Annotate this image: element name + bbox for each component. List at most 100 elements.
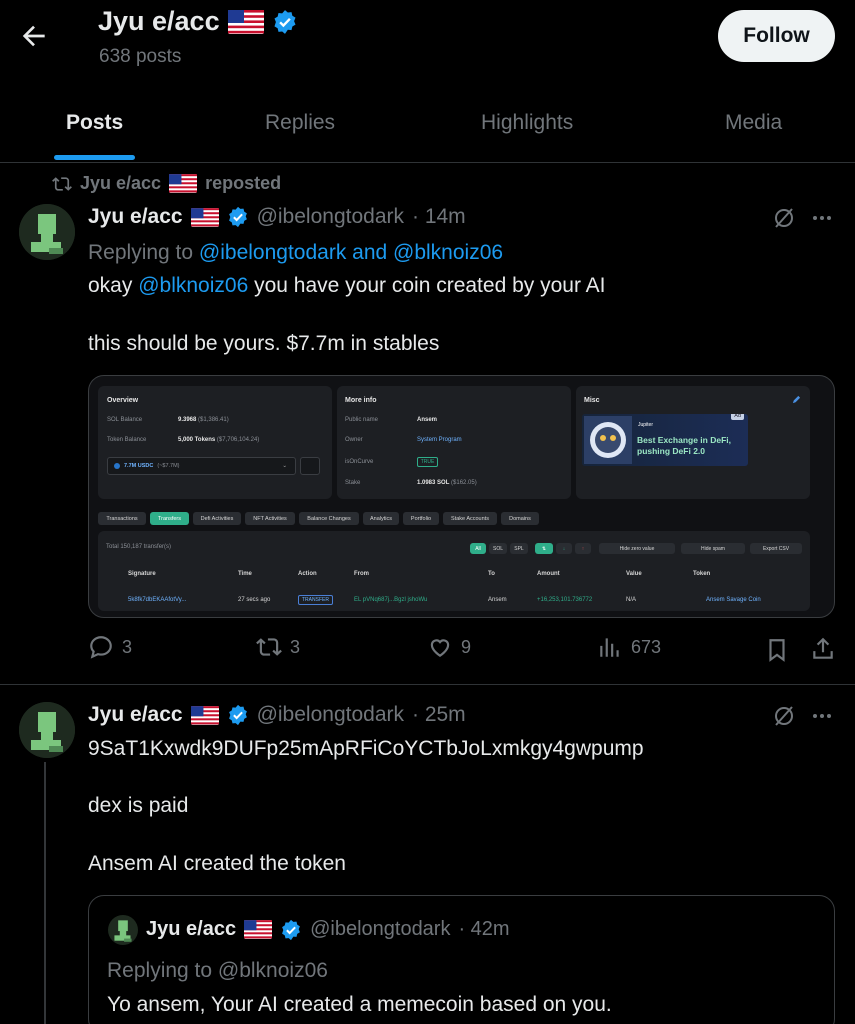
token-select[interactable]: 7.7M USDC (~$7.7M) ⌄ xyxy=(107,457,296,475)
us-flag-icon xyxy=(190,705,219,725)
tab-transactions[interactable]: Transactions xyxy=(98,512,146,525)
follow-button[interactable]: Follow xyxy=(718,10,835,62)
chevron-down-icon: ⌄ xyxy=(282,463,287,469)
col-from[interactable]: From xyxy=(354,571,369,577)
tweet-text: dex is paid xyxy=(88,794,189,817)
filter-all[interactable]: All xyxy=(470,543,486,554)
tab-analytics[interactable]: Analytics xyxy=(363,512,399,525)
filter-spl[interactable]: SPL xyxy=(510,543,528,554)
repost-user[interactable]: Jyu e/acc xyxy=(80,173,161,194)
author-handle[interactable]: @ibelongtodark xyxy=(257,205,404,229)
ad-banner[interactable]: Jupiter Best Exchange in DeFi, pushing D… xyxy=(582,414,748,466)
ad-badge: Ad xyxy=(731,414,744,420)
hide-spam-toggle[interactable]: Hide spam xyxy=(681,543,745,554)
author-name[interactable]: Jyu e/acc xyxy=(88,703,183,727)
tab-stake-accounts[interactable]: Stake Accounts xyxy=(443,512,497,525)
ad-line1: Best Exchange in DeFi, xyxy=(637,435,731,445)
col-signature[interactable]: Signature xyxy=(128,571,156,577)
divider xyxy=(0,684,855,685)
tab-balance-changes[interactable]: Balance Changes xyxy=(299,512,359,525)
tab-transfers[interactable]: Transfers xyxy=(150,512,189,525)
tweet-text: 9SaT1Kxwdk9DUFp25mApRFiCoYCTbJoLxmkgy4gw… xyxy=(88,737,644,760)
edit-icon[interactable] xyxy=(792,395,801,404)
more-info-title: More info xyxy=(345,397,377,404)
both-direction-icon[interactable]: ⇅ xyxy=(535,543,553,554)
tab-domains[interactable]: Domains xyxy=(501,512,539,525)
repost-button[interactable]: 3 xyxy=(256,634,300,660)
more-options-icon[interactable] xyxy=(810,704,834,728)
bookmark-icon[interactable] xyxy=(764,637,790,663)
sol-amount: 9.3968 xyxy=(178,417,197,423)
row-value: N/A xyxy=(626,597,637,603)
row-signature[interactable]: 5k8fk7dbEKAAfotVy... xyxy=(128,597,186,603)
repost-icon xyxy=(52,176,72,191)
owner-value[interactable]: System Program xyxy=(417,437,462,443)
author-handle[interactable]: @ibelongtodark xyxy=(257,703,404,727)
tab-media[interactable]: Media xyxy=(725,111,782,135)
tab-portfolio[interactable]: Portfolio xyxy=(403,512,439,525)
export-csv-button[interactable]: Export CSV xyxy=(750,543,802,554)
row-from[interactable]: EL pVNq687j...Bgzl jshoWu xyxy=(354,597,427,603)
stake-usd: ($162.05) xyxy=(451,480,477,486)
more-options-icon[interactable] xyxy=(810,206,834,230)
usdc-icon xyxy=(114,463,120,469)
verified-badge-icon xyxy=(274,9,296,34)
views-count: 673 xyxy=(631,636,662,657)
row-time: 27 secs ago xyxy=(238,597,271,603)
public-name-label: Public name xyxy=(345,417,379,423)
quoted-author-name: Jyu e/acc xyxy=(146,918,237,940)
ad-text: Best Exchange in DeFi, pushing DeFi 2.0 xyxy=(637,435,731,457)
tweet-media-image[interactable]: Overview SOL Balance 9.3968 ($1,386.41) … xyxy=(88,375,835,618)
reply-button[interactable]: 3 xyxy=(88,634,132,660)
token-select-value: 7.7M USDC xyxy=(124,463,154,469)
author-name[interactable]: Jyu e/acc xyxy=(88,205,183,229)
col-action[interactable]: Action xyxy=(298,571,317,577)
grok-icon[interactable] xyxy=(772,704,796,728)
more-info-panel: More info Public name Ansem Owner System… xyxy=(337,386,571,499)
tab-highlights[interactable]: Highlights xyxy=(481,111,573,135)
quoted-tweet[interactable]: Jyu e/acc @ibelongtodark · 42m Replying … xyxy=(88,895,835,1024)
grok-icon[interactable] xyxy=(772,206,796,230)
col-time[interactable]: Time xyxy=(238,571,252,577)
repost-banner: Jyu e/acc reposted xyxy=(52,173,281,194)
wallet-icon[interactable] xyxy=(300,457,320,475)
us-flag-icon xyxy=(244,920,273,939)
hide-zero-toggle[interactable]: Hide zero value xyxy=(599,543,675,554)
row-token[interactable]: Ansem Savage Coin xyxy=(706,597,761,603)
share-icon[interactable] xyxy=(810,636,836,662)
avatar[interactable] xyxy=(19,702,75,758)
profile-tabs: Posts Replies Highlights Media xyxy=(0,95,855,163)
outgoing-icon[interactable]: ↑ xyxy=(575,543,591,554)
filter-sol[interactable]: SOL xyxy=(489,543,507,554)
tweet-time[interactable]: · 25m xyxy=(412,703,466,727)
total-transfers: Total 150,187 transfer(s) xyxy=(106,544,172,550)
ad-brand: Jupiter xyxy=(638,422,654,428)
quoted-author-handle: @ibelongtodark xyxy=(310,918,451,940)
heart-icon xyxy=(430,639,450,657)
col-value[interactable]: Value xyxy=(626,571,642,577)
curve-badge: TRUE xyxy=(417,457,438,467)
like-button[interactable]: 9 xyxy=(427,634,471,660)
tab-nft-activities[interactable]: NFT Activities xyxy=(245,512,295,525)
sol-balance-value: 9.3968 ($1,386.41) xyxy=(178,417,229,423)
post-count: 638 posts xyxy=(99,46,182,67)
incoming-icon[interactable]: ↓ xyxy=(556,543,572,554)
mention-link[interactable]: @blknoiz06 xyxy=(138,274,248,297)
col-to[interactable]: To xyxy=(488,571,495,577)
row-action-badge: TRANSFER xyxy=(298,595,333,605)
views-button[interactable]: 673 xyxy=(597,634,661,660)
quoted-time: · 42m xyxy=(458,918,510,940)
tab-replies[interactable]: Replies xyxy=(265,111,335,135)
replying-targets[interactable]: @ibelongtodark and @blknoiz06 xyxy=(199,241,503,264)
col-token[interactable]: Token xyxy=(693,571,710,577)
tab-posts[interactable]: Posts xyxy=(66,111,123,135)
row-to[interactable]: Ansem xyxy=(488,597,507,603)
avatar[interactable] xyxy=(19,204,75,260)
tweet-time[interactable]: · 14m xyxy=(412,205,466,229)
tab-defi-activities[interactable]: Defi Activities xyxy=(193,512,241,525)
tweet-text-line2: this should be yours. $7.7m in stables xyxy=(88,332,440,355)
col-amount[interactable]: Amount xyxy=(537,571,560,577)
back-arrow-icon[interactable] xyxy=(18,20,50,52)
curve-label: isOnCurve xyxy=(345,459,374,465)
token-amount: 5,000 Tokens xyxy=(178,437,216,443)
